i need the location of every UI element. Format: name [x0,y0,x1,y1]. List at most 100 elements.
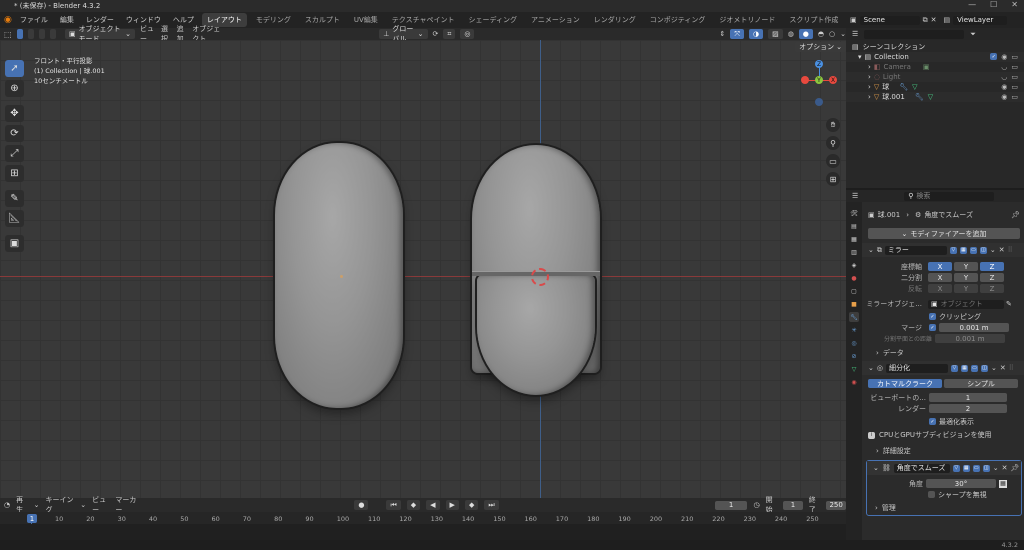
data-tab-icon[interactable]: ▽ [849,364,859,374]
merge-field[interactable]: 0.001 m [939,323,1009,332]
material-tab-icon[interactable]: ◉ [849,377,859,387]
end-frame-field[interactable]: 250 [826,500,846,510]
gizmo-y-icon[interactable]: Y [815,76,823,84]
prev-keyframe-icon[interactable]: ◆ [406,500,421,510]
jump-start-icon[interactable]: ⏮ [386,500,401,510]
pivot-icon[interactable]: ⟳ [433,30,439,38]
viewport-toggle-icon[interactable]: ▭ [970,364,978,372]
mirror-object-field[interactable]: ▣ オブジェクト [928,299,1004,309]
collection-row[interactable]: ▾ ▤ Collection ✓ ◉ ▭ [846,52,1024,62]
angle-field[interactable]: 30° [926,479,996,488]
chevron-down-icon[interactable]: ⌄ [868,246,874,254]
viewlayer-field[interactable]: ViewLayer [953,15,1008,25]
chevron-right-icon[interactable]: › [868,83,871,91]
3d-viewport[interactable] [0,40,846,498]
select-box-icon[interactable] [16,29,23,39]
chevron-down-icon[interactable]: ⌄ [873,464,879,472]
clock-icon[interactable]: ◷ [753,501,759,509]
zoom-icon[interactable]: ⚲ [826,136,840,150]
viewport-toggle-icon[interactable]: ▭ [969,246,977,254]
blender-logo-icon[interactable]: ◉ [4,15,12,25]
modifier-name-field[interactable]: 細分化 [885,363,948,373]
jump-end-icon[interactable]: ⏭ [484,500,499,510]
collection-tab-icon[interactable]: ▢ [849,286,859,296]
eyedropper-icon[interactable]: ✎ [1006,300,1012,308]
axis-y-toggle[interactable]: Y [954,262,978,271]
add-cube-tool-icon[interactable]: ▣ [5,235,24,252]
constraints-tab-icon[interactable]: ⊘ [849,351,859,361]
scene-collection-row[interactable]: ▤ シーンコレクション [846,42,1024,52]
camera-icon[interactable]: ▭ [1011,83,1018,91]
ignore-sharp-checkbox[interactable] [928,491,935,498]
overlay-toggle-icon[interactable]: ◑ [748,29,764,39]
annotate-tool-icon[interactable]: ✎ [5,190,24,207]
measure-tool-icon[interactable]: 📐︎ [5,210,24,227]
grid-toggle-icon[interactable]: ⊞ [826,172,840,186]
modifier-tab-icon[interactable]: 🔧︎ [849,312,859,322]
properties-search[interactable]: ⚲ 検索 [904,191,995,201]
select-subtract-icon[interactable] [38,29,45,39]
axis-z-toggle[interactable]: Z [980,262,1004,271]
simple-toggle[interactable]: シンプル [944,379,1018,388]
smooth-modifier-header[interactable]: ⌄ ⛓︎ 角度でスムーズ ▽ ▦ ▭ ◫ ⌄ ✕ 📌︎ [867,461,1021,475]
scene-field[interactable]: Scene [859,15,920,25]
flip-y-toggle[interactable]: Y [954,284,978,293]
world-tab-icon[interactable]: ● [849,273,859,283]
chevron-right-icon[interactable]: › [868,93,871,101]
cursor-tool-icon[interactable]: ⊕ [5,80,24,97]
select-tool-icon[interactable]: ➚ [5,60,24,77]
snap-toggle-icon[interactable]: ⌗ [443,29,456,39]
advanced-subpanel[interactable]: › 詳細設定 [868,445,1018,457]
close-icon[interactable]: ✕ [1011,0,1018,9]
cage-toggle-icon[interactable]: ▦ [960,364,968,372]
transform-orientation-dropdown[interactable]: ⊥ グローバル ⌄ [379,25,428,43]
close-icon[interactable]: ✕ [931,16,937,24]
modifier-name-field[interactable]: ミラー [884,245,947,255]
particles-tab-icon[interactable]: ✳ [849,325,859,335]
keyframe-icon[interactable]: ▦ [999,479,1007,488]
play-reverse-icon[interactable]: ◀ [426,500,440,510]
gizmo-z-icon[interactable]: Z [815,60,823,68]
shading-rendered-icon[interactable]: ○ [829,30,835,38]
object-tab-icon[interactable]: ■ [849,299,859,309]
render-toggle-icon[interactable]: ◫ [980,364,988,372]
mirror-modifier-header[interactable]: ⌄ ⧉ ミラー ▽ ▦ ▭ ◫ ⌄ ✕ ⠿ [862,243,1024,257]
next-keyframe-icon[interactable]: ◆ [464,500,479,510]
cage-toggle-icon[interactable]: ▦ [959,246,967,254]
timeline-editor-icon[interactable]: ◔ [4,501,10,509]
chevron-down-icon[interactable]: ▾ [858,53,862,61]
select-invert-icon[interactable] [49,29,56,39]
clipping-checkbox[interactable]: ✓ [929,313,936,320]
gizmo-neg-x-icon[interactable] [801,76,809,84]
bisect-y-toggle[interactable]: Y [954,273,978,282]
filter-icon[interactable]: ⏷ [970,30,976,39]
flip-x-toggle[interactable]: X [928,284,952,293]
tab-uv[interactable]: UV編集 [349,13,383,27]
pin-icon[interactable]: 📌︎ [1011,464,1020,472]
outliner-search[interactable] [864,29,965,39]
tab-geometry-nodes[interactable]: ジオメトリノード [714,13,780,27]
flip-z-toggle[interactable]: Z [980,284,1004,293]
tab-animation[interactable]: アニメーション [526,13,585,27]
copy-icon[interactable]: ⧉ [923,16,928,25]
subsurf-modifier-header[interactable]: ⌄ ◎ 細分化 ▽ ▦ ▭ ◫ ⌄ ✕ ⠿ [862,361,1024,375]
manage-subpanel[interactable]: › 管理 [867,502,1021,513]
scene-tab-icon[interactable]: ◈ [849,260,859,270]
maximize-icon[interactable]: ☐ [990,0,997,9]
navigation-gizmo[interactable]: Z Y X [800,55,840,110]
edit-mode-toggle-icon[interactable]: ▽ [950,364,958,372]
pin-icon[interactable]: 📌︎ [1011,211,1020,219]
menu-file[interactable]: ファイル [16,15,52,25]
chevron-down-icon[interactable]: ⌄ [990,246,996,254]
scene-icon[interactable]: ▣ [850,16,857,24]
timeline-ruler[interactable]: 1 10 20 30 40 50 60 70 80 90 100 110 120 130 140 150 16… [0,512,846,524]
gizmo-toggle-icon[interactable]: ⤧ [730,29,744,39]
viewport-toggle-icon[interactable]: ▭ [972,464,980,472]
play-icon[interactable]: ▶ [445,500,459,510]
catmull-clark-toggle[interactable]: カトマルクラーク [868,379,942,388]
shading-solid-icon[interactable]: ● [798,29,813,39]
gizmo-x-icon[interactable]: X [829,76,837,84]
proportional-edit-icon[interactable]: ◎ [460,29,475,39]
sphere-object[interactable] [275,143,403,408]
move-tool-icon[interactable]: ✥ [5,105,24,122]
